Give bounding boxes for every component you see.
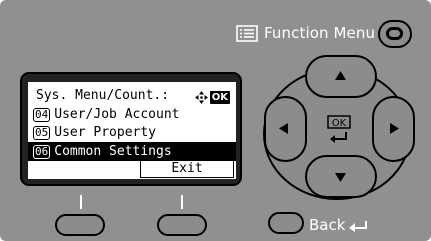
back-arrow-icon [349,221,368,232]
menu-item-label: User/Job Account [54,107,180,122]
menu-item-number: 05 [33,125,51,140]
function-menu-button[interactable] [378,20,412,48]
left-softkey-button[interactable] [55,214,105,236]
left-arrow-icon [279,123,288,134]
ok-enter-icon: OK [327,115,351,143]
left-button[interactable] [264,96,307,162]
menu-item-label: Common Settings [54,144,172,159]
right-softkey-indicator [181,195,183,209]
menu-item-user-property[interactable]: 05 User Property [28,123,236,142]
function-menu-label-group: Function Menu [236,19,375,47]
back-button[interactable] [268,212,304,234]
menu-list-icon [236,24,258,42]
back-label: Back [309,216,346,234]
left-softkey-indicator [80,195,82,209]
display-title: Sys. Menu/Count.: [36,88,170,103]
menu-item-common-settings[interactable]: 06 Common Settings [28,142,236,161]
control-panel: Function Menu Sys. Menu/Count.: OK 04 Us… [0,0,431,241]
nav-hint: OK [194,91,230,104]
right-button[interactable] [372,96,415,162]
ok-key-label: OK [332,118,347,129]
ok-badge: OK [209,91,230,104]
back-label-group: Back [309,214,369,236]
exit-softkey-label: Exit [140,161,234,178]
function-menu-label: Function Menu [264,24,376,42]
ok-button[interactable]: OK [322,113,356,147]
display-title-row: Sys. Menu/Count.: OK [28,86,236,105]
up-button[interactable] [305,55,377,98]
menu-item-number: 04 [33,107,51,122]
right-arrow-icon [390,123,399,134]
four-way-arrow-icon [194,91,208,104]
up-arrow-icon [335,71,346,80]
menu-item-label: User Property [54,125,156,140]
down-arrow-icon [335,173,346,182]
lcd-display: Sys. Menu/Count.: OK 04 User/Job Account… [28,82,236,179]
menu-item-user-job-account[interactable]: 04 User/Job Account [28,105,236,124]
right-softkey-button[interactable] [157,214,207,236]
menu-item-number: 06 [33,144,51,159]
down-button[interactable] [305,155,377,198]
